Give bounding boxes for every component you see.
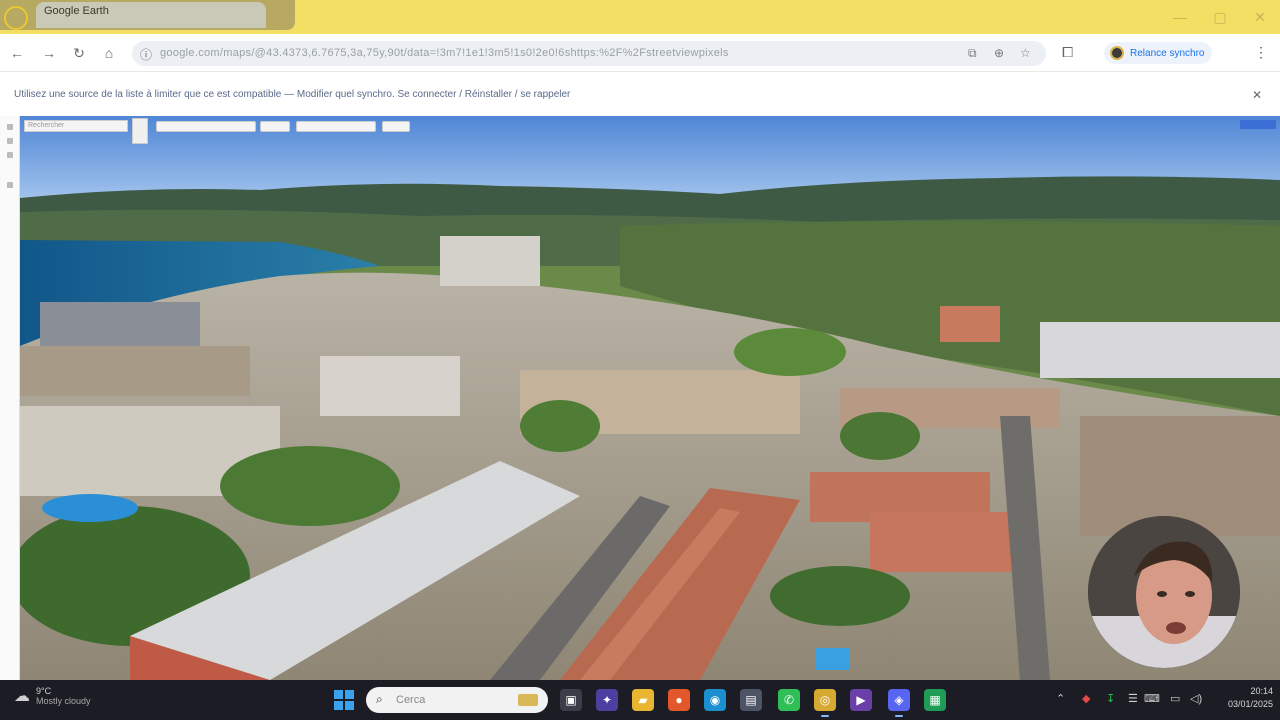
forward-arrow-icon[interactable]: → (38, 42, 60, 64)
home-icon[interactable]: ⌂ (98, 42, 120, 64)
edge-icon[interactable]: ◉ (704, 689, 726, 711)
back-arrow-icon[interactable]: ← (6, 42, 28, 64)
maximize-button[interactable]: ▢ (1200, 0, 1240, 34)
site-info-icon[interactable]: ⓘ (140, 46, 152, 63)
browser-tab[interactable]: Google Earth (36, 2, 266, 28)
tab-title: Google Earth (44, 5, 109, 17)
taskbar-search-placeholder: Cerca (396, 694, 426, 706)
tray-app-icon[interactable]: ☰ (1128, 692, 1138, 705)
address-bar[interactable]: ⓘ google.com/maps/@43.4373,6.7675,3a,75y… (132, 41, 1046, 66)
info-bar: Utilisez une source de la liste à limite… (0, 80, 1280, 112)
copilot-icon[interactable]: ✦ (596, 689, 618, 711)
zoom-icon[interactable]: ⊕ (994, 46, 1004, 60)
clock-date: 03/01/2025 (1228, 699, 1274, 709)
sheets-icon[interactable]: ▦ (924, 689, 946, 711)
close-window-button[interactable]: ✕ (1240, 0, 1280, 34)
map-side-toolbar (0, 116, 20, 680)
clock-time: 20:14 (1250, 686, 1274, 696)
search-icon[interactable] (132, 118, 148, 144)
whatsapp-icon[interactable]: ✆ (778, 689, 800, 711)
network-icon[interactable]: ▭ (1170, 692, 1180, 705)
presenter-face (1088, 516, 1240, 668)
window-controls: — ▢ ✕ (1160, 0, 1280, 34)
more-menu-icon[interactable]: ⋮ (1254, 44, 1268, 61)
menu-icon[interactable] (6, 124, 13, 130)
layers-icon[interactable] (6, 138, 13, 144)
webcam-overlay (1088, 516, 1240, 668)
info-bar-text: Utilisez une source de la liste à limite… (14, 89, 571, 100)
windows-start-icon[interactable] (334, 690, 354, 710)
cloud-icon: ☁ (14, 688, 30, 705)
notification-app-icon[interactable]: ◆ (1082, 692, 1090, 705)
profile-label: Relance synchro (1130, 47, 1205, 59)
extensions-icon[interactable]: ⧠ (1062, 44, 1073, 61)
bookmark-star-icon[interactable]: ☆ (1020, 46, 1031, 60)
map-filter-chip[interactable] (260, 121, 290, 132)
reload-icon[interactable]: ↻ (68, 42, 90, 64)
map-filter-chip[interactable] (156, 121, 256, 132)
profile-button[interactable]: Relance synchro (1104, 42, 1213, 64)
tab-strip: Google Earth (0, 0, 295, 30)
browser-title-bar: Google Earth — ▢ ✕ (0, 0, 1280, 34)
discord-icon[interactable]: ◈ (888, 689, 910, 717)
media-player-icon[interactable]: ▶ (850, 689, 872, 711)
browser-toolbar: ← → ↻ ⌂ ⓘ google.com/maps/@43.4373,6.767… (0, 34, 1280, 72)
settings-icon[interactable] (6, 182, 13, 188)
address-url: google.com/maps/@43.4373,6.7675,3a,75y,9… (160, 47, 729, 59)
weather-widget[interactable]: ☁ 9°C Mostly cloudy (14, 686, 91, 706)
map-mode-button[interactable] (1240, 120, 1276, 129)
taskbar-search-box[interactable]: ⌕ Cerca (366, 687, 548, 713)
map-filter-chip[interactable] (382, 121, 410, 132)
search-icon: ⌕ (376, 692, 383, 706)
share-icon[interactable] (6, 152, 13, 158)
cursor-highlight-icon (4, 6, 28, 30)
install-app-icon[interactable]: ⧉ (968, 46, 977, 61)
chrome-icon[interactable]: ◎ (814, 689, 836, 717)
map-filter-chip[interactable] (296, 121, 376, 132)
tray-app-icon[interactable]: ↧ (1106, 692, 1115, 705)
minimize-button[interactable]: — (1160, 0, 1200, 34)
notepad-icon[interactable]: ▤ (740, 689, 762, 711)
taskbar-clock[interactable]: 20:14 03/01/2025 (1228, 686, 1273, 709)
windows-taskbar: ☁ 9°C Mostly cloudy ⌕ Cerca ▣ ✦ ▰ ● ◉ ▤ … (0, 680, 1280, 720)
task-view-icon[interactable]: ▣ (560, 689, 582, 711)
map-search-input[interactable]: Rechercher (24, 120, 128, 132)
avatar (1110, 46, 1124, 60)
close-icon[interactable]: ✕ (1252, 88, 1262, 102)
volume-icon[interactable]: ◁) (1190, 692, 1202, 705)
file-explorer-icon[interactable]: ▰ (632, 689, 654, 711)
search-highlight-icon (518, 694, 538, 706)
weather-temperature: 9°C (36, 686, 52, 696)
weather-description: Mostly cloudy (36, 696, 91, 706)
firefox-icon[interactable]: ● (668, 689, 690, 711)
keyboard-icon[interactable]: ⌨ (1144, 692, 1160, 705)
chevron-up-icon[interactable]: ⌃ (1056, 692, 1065, 705)
